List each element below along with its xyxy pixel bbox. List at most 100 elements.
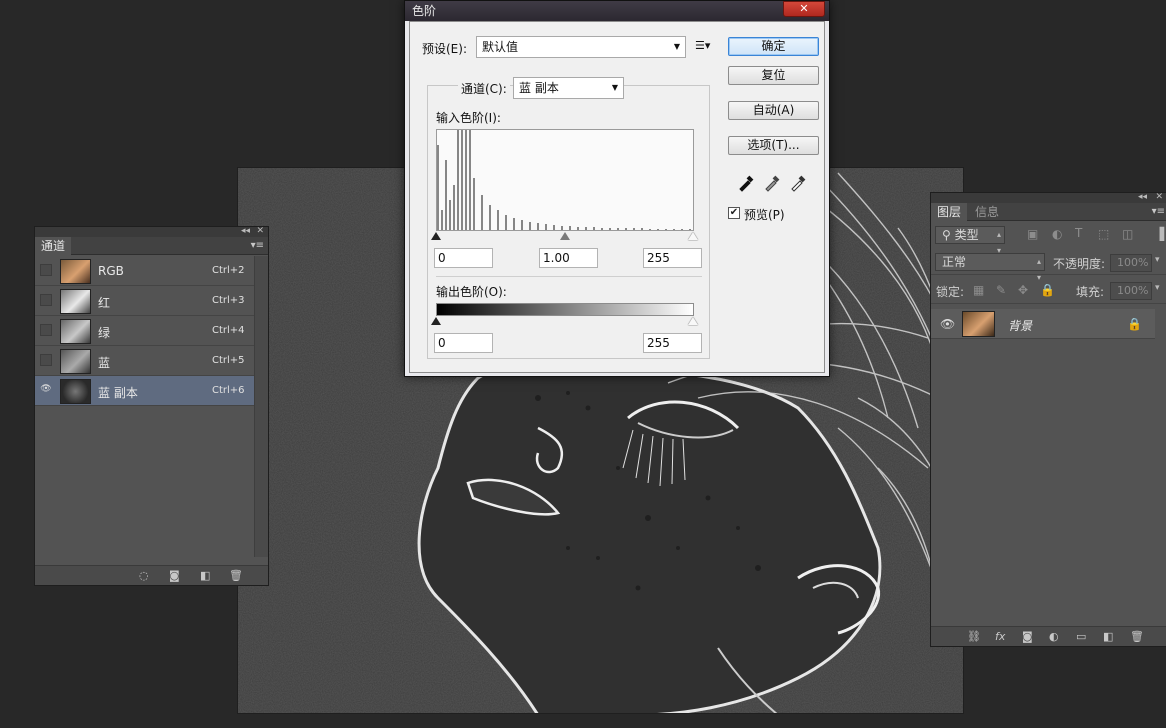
lock-brush-icon[interactable]: ✎	[996, 283, 1006, 297]
channel-name: 蓝	[98, 356, 111, 370]
input-gamma-field[interactable]: 1.00	[539, 248, 598, 268]
fx-icon[interactable]: fx	[995, 631, 1005, 643]
chevron-down-icon: ▼	[673, 42, 680, 51]
lock-move-icon[interactable]: ✥	[1018, 283, 1028, 297]
channel-name: RGB	[98, 264, 124, 278]
filter-type-select[interactable]: ⚲ 类型 ▴ ▾	[935, 226, 1005, 255]
input-gamma-slider[interactable]	[560, 232, 572, 241]
channel-thumbnail	[60, 259, 91, 284]
auto-button[interactable]: 自动(A)	[728, 101, 819, 120]
channel-name: 绿	[98, 326, 111, 340]
lock-transparent-icon[interactable]: ▦	[973, 283, 984, 297]
preview-checkbox[interactable]: ✔	[728, 207, 740, 219]
tab-channels[interactable]: 通道	[35, 237, 72, 255]
add-mask-icon[interactable]: ◙	[1022, 631, 1033, 643]
input-white-field[interactable]: 255	[643, 248, 702, 268]
output-levels-label: 输出色阶(O):	[436, 285, 507, 299]
chevron-down-icon[interactable]: ▾	[1155, 283, 1160, 293]
gray-eyedropper-icon[interactable]	[763, 172, 783, 192]
channels-footer: ◌ ◙ ◧ 🗑	[35, 565, 268, 585]
eye-icon[interactable]: 👁	[940, 317, 955, 331]
chevron-down-icon: ▼	[611, 83, 618, 92]
ok-button[interactable]: 确定	[728, 37, 819, 56]
lock-row: 锁定: ▦ ✎ ✥ 🔒 填充: 100% ▾	[931, 277, 1166, 304]
channel-label: 通道(C):	[458, 80, 510, 97]
panel-menu-icon[interactable]: ▾≡	[251, 237, 264, 255]
channel-row-red[interactable]: 红 Ctrl+3	[35, 286, 254, 316]
channel-row-green[interactable]: 绿 Ctrl+4	[35, 316, 254, 346]
tab-layers[interactable]: 图层	[931, 203, 968, 221]
options-button[interactable]: 选项(T)...	[728, 136, 819, 155]
collapse-icon[interactable]: ◂◂	[1138, 191, 1147, 203]
dialog-titlebar[interactable]: 色阶 ✕	[405, 1, 829, 21]
input-white-slider[interactable]	[688, 232, 700, 241]
fill-field[interactable]: 100%	[1110, 282, 1152, 300]
channel-select[interactable]: 蓝 副本 ▼	[513, 77, 624, 99]
layers-footer: ⛓ fx ◙ ◐ ▭ ◧ 🗑	[931, 626, 1166, 646]
input-black-slider[interactable]	[431, 232, 443, 241]
filter-toggle-icon[interactable]: ▐	[1155, 227, 1164, 241]
filter-label: 类型	[954, 228, 979, 242]
close-icon[interactable]: ✕	[1155, 191, 1163, 203]
panel-menu-icon[interactable]: ▾≡	[1152, 203, 1165, 221]
link-icon[interactable]: ⛓	[967, 631, 981, 643]
channels-scrollbar[interactable]	[254, 256, 268, 557]
dialog-title: 色阶	[412, 4, 437, 18]
trash-icon[interactable]: 🗑	[1130, 631, 1144, 643]
save-selection-icon[interactable]: ◙	[169, 570, 180, 582]
levels-dialog: 色阶 ✕ 预设(E): 默认值 ▼ ☰▾ 通道(C): 蓝 副本 ▼ 输入色阶(…	[404, 0, 830, 377]
output-black-slider[interactable]	[431, 317, 443, 326]
dialog-body: 预设(E): 默认值 ▼ ☰▾ 通道(C): 蓝 副本 ▼ 输入色阶(I): 0…	[409, 21, 825, 373]
black-eyedropper-icon[interactable]	[737, 172, 757, 192]
new-channel-icon[interactable]: ◧	[200, 570, 210, 582]
eye-icon[interactable]: 👁	[40, 384, 52, 396]
type-filter-icon[interactable]: T	[1075, 226, 1082, 240]
layer-name: 背景	[1008, 319, 1033, 333]
smart-filter-icon[interactable]: ◫	[1122, 227, 1133, 241]
blend-row: 正常 ▴ ▾ 不透明度: 100% ▾	[931, 248, 1166, 282]
reset-button[interactable]: 复位	[728, 66, 819, 85]
opacity-field[interactable]: 100%	[1110, 254, 1152, 272]
preview-label: 预览(P)	[744, 208, 785, 222]
histogram-graph	[437, 130, 691, 230]
folder-icon[interactable]: ▭	[1076, 631, 1086, 643]
collapse-icon[interactable]: ◂◂	[241, 225, 250, 237]
layer-row-background[interactable]: 👁 背景 🔒	[931, 309, 1155, 339]
pixel-filter-icon[interactable]: ▣	[1027, 227, 1038, 241]
output-white-slider[interactable]	[688, 317, 700, 326]
channel-thumbnail	[60, 349, 91, 374]
channel-row-rgb[interactable]: RGB Ctrl+2	[35, 256, 254, 286]
preset-select[interactable]: 默认值 ▼	[476, 36, 686, 58]
trash-icon[interactable]: 🗑	[229, 570, 243, 582]
visibility-toggle[interactable]	[40, 324, 52, 336]
visibility-toggle[interactable]	[40, 354, 52, 366]
channel-row-blue[interactable]: 蓝 Ctrl+5	[35, 346, 254, 376]
lock-icon[interactable]: 🔒	[1040, 283, 1055, 297]
input-levels-label: 输入色阶(I):	[436, 111, 501, 125]
input-black-field[interactable]: 0	[434, 248, 493, 268]
load-selection-icon[interactable]: ◌	[139, 570, 149, 582]
tab-info[interactable]: 信息	[969, 203, 1005, 221]
channel-shortcut: Ctrl+4	[212, 325, 245, 336]
shape-filter-icon[interactable]: ⬚	[1098, 227, 1109, 241]
new-layer-icon[interactable]: ◧	[1103, 631, 1113, 643]
close-icon[interactable]: ✕	[256, 225, 264, 237]
white-eyedropper-icon[interactable]	[789, 172, 809, 192]
blend-mode-select[interactable]: 正常 ▴ ▾	[935, 253, 1045, 282]
output-white-field[interactable]: 255	[643, 333, 702, 353]
chevron-down-icon[interactable]: ▾	[1155, 255, 1160, 265]
visibility-toggle[interactable]	[40, 294, 52, 306]
channel-row-blue-copy[interactable]: 👁 蓝 副本 Ctrl+6	[35, 376, 254, 406]
visibility-toggle[interactable]	[40, 264, 52, 276]
channel-thumbnail	[60, 379, 91, 404]
adjust-filter-icon[interactable]: ◐	[1052, 227, 1062, 241]
channel-list: RGB Ctrl+2 红 Ctrl+3 绿 Ctrl+4 蓝 Ctrl+5 👁 …	[35, 256, 254, 406]
list-menu-icon[interactable]: ☰▾	[695, 39, 710, 52]
search-icon: ⚲	[942, 228, 955, 242]
panel-header: ◂◂ ✕	[931, 191, 1166, 203]
adjustment-layer-icon[interactable]: ◐	[1049, 631, 1059, 643]
blend-mode-value: 正常	[942, 255, 967, 269]
output-black-field[interactable]: 0	[434, 333, 493, 353]
close-button[interactable]: ✕	[783, 1, 825, 17]
panel-header: ◂◂ ✕	[35, 225, 268, 237]
